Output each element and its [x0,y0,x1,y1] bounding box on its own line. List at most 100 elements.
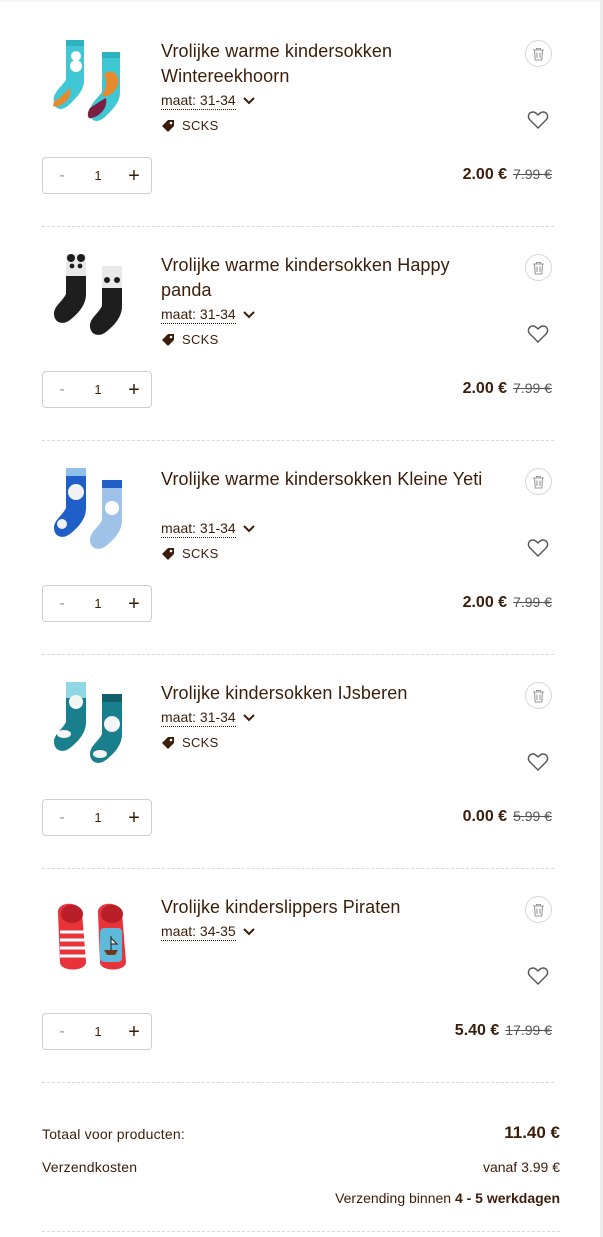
quantity-stepper: - 1 + [42,585,152,622]
chevron-down-icon [243,714,255,722]
qty-value[interactable]: 1 [94,168,101,183]
chevron-down-icon [243,928,255,936]
product-title[interactable]: Vrolijke kindersokken IJsberen [161,681,501,706]
trash-icon [533,261,544,275]
current-price: 0.00 € [462,808,508,825]
qty-decrease-button[interactable]: - [55,381,69,399]
brand-tag-label: SCKS [182,332,219,347]
price-block: 5.40 € 17.99 € [455,1022,552,1040]
cart-item: Vrolijke kindersokken IJsberen maat: 31-… [42,664,554,878]
delivery-prefix: Verzending binnen [335,1190,452,1206]
chevron-down-icon [243,311,255,319]
current-price: 2.00 € [462,594,508,611]
size-selector[interactable]: maat: 34-35 [161,923,256,941]
brand-tag: SCKS [161,332,219,347]
cart-list: Vrolijke warme kindersokken Wintereekhoo… [42,22,554,1092]
remove-item-button[interactable] [525,254,552,281]
original-price: 7.99 € [513,594,552,610]
qty-value[interactable]: 1 [94,1024,101,1039]
size-label: maat: 31-34 [161,520,236,538]
chevron-down-icon [243,97,255,105]
brand-tag: SCKS [161,118,219,133]
qty-increase-button[interactable]: + [127,380,141,400]
delivery-days: 4 - 5 werkdagen [454,1190,560,1206]
qty-decrease-button[interactable]: - [55,595,69,613]
quantity-stepper: - 1 + [42,157,152,194]
product-title[interactable]: Vrolijke kinderslippers Piraten [161,895,501,920]
qty-increase-button[interactable]: + [127,1022,141,1042]
heart-icon [527,111,549,129]
quantity-stepper: - 1 + [42,371,152,408]
product-title[interactable]: Vrolijke warme kindersokken Kleine Yeti [161,467,501,492]
product-image[interactable] [52,678,140,768]
brand-tag: SCKS [161,735,219,750]
wishlist-button[interactable] [527,966,549,986]
wishlist-button[interactable] [527,324,549,344]
trash-icon [533,689,544,703]
qty-increase-button[interactable]: + [127,808,141,828]
trash-icon [533,475,544,489]
size-selector[interactable]: maat: 31-34 [161,306,256,324]
size-selector[interactable]: maat: 31-34 [161,709,256,727]
tag-icon [162,333,174,346]
qty-value[interactable]: 1 [94,382,101,397]
shipping-label: Verzendkosten [42,1159,138,1175]
shipping-value: vanaf 3.99 € [482,1159,560,1175]
tag-icon [162,736,174,749]
wishlist-button[interactable] [527,752,549,772]
cart-item: Vrolijke warme kindersokken Kleine Yeti … [42,450,554,664]
remove-item-button[interactable] [525,896,552,923]
price-block: 2.00 € 7.99 € [463,380,552,398]
product-image[interactable] [52,464,140,554]
remove-item-button[interactable] [525,682,552,709]
original-price: 7.99 € [513,166,552,182]
product-title[interactable]: Vrolijke warme kindersokken Happy panda [161,253,501,303]
size-selector[interactable]: maat: 31-34 [161,520,256,538]
heart-icon [527,325,549,343]
top-rule [0,0,600,2]
remove-item-button[interactable] [525,40,552,67]
qty-increase-button[interactable]: + [127,594,141,614]
price-block: 2.00 € 7.99 € [463,594,552,612]
qty-decrease-button[interactable]: - [55,1023,69,1041]
qty-value[interactable]: 1 [94,596,101,611]
cart-item: Vrolijke warme kindersokken Wintereekhoo… [42,22,554,236]
product-title[interactable]: Vrolijke warme kindersokken Wintereekhoo… [161,39,501,89]
heart-icon [527,753,549,771]
size-label: maat: 31-34 [161,306,236,324]
cart-item: Vrolijke kinderslippers Piraten maat: 34… [42,878,554,1092]
quantity-stepper: - 1 + [42,799,152,836]
remove-item-button[interactable] [525,468,552,495]
trash-icon [533,47,544,61]
delivery-time: Verzending binnen 4 - 5 werkdagen [335,1190,560,1206]
shipping-row: Verzendkosten vanaf 3.99 € [42,1152,560,1184]
item-divider [42,868,554,869]
qty-increase-button[interactable]: + [127,166,141,186]
product-image[interactable] [52,250,140,340]
current-price: 2.00 € [462,166,508,183]
brand-tag-label: SCKS [182,546,219,561]
size-selector[interactable]: maat: 31-34 [161,92,256,110]
original-price: 7.99 € [513,380,552,396]
item-divider [42,440,554,441]
heart-icon [527,539,549,557]
heart-icon [527,967,549,985]
size-label: maat: 34-35 [161,923,236,941]
trash-icon [533,903,544,917]
total-value: 11.40 € [504,1123,560,1142]
total-label: Totaal voor producten: [42,1126,185,1142]
qty-decrease-button[interactable]: - [55,167,69,185]
price-block: 2.00 € 7.99 € [463,166,552,184]
wishlist-button[interactable] [527,110,549,130]
product-image[interactable] [52,36,140,126]
qty-decrease-button[interactable]: - [55,809,69,827]
product-image[interactable] [52,892,140,982]
item-divider [42,226,554,227]
order-summary: Totaal voor producten: 11.40 € Verzendko… [42,1120,560,1216]
item-divider [42,654,554,655]
price-block: 0.00 € 5.99 € [463,808,552,826]
quantity-stepper: - 1 + [42,1013,152,1050]
brand-tag-label: SCKS [182,735,219,750]
qty-value[interactable]: 1 [94,810,101,825]
wishlist-button[interactable] [527,538,549,558]
